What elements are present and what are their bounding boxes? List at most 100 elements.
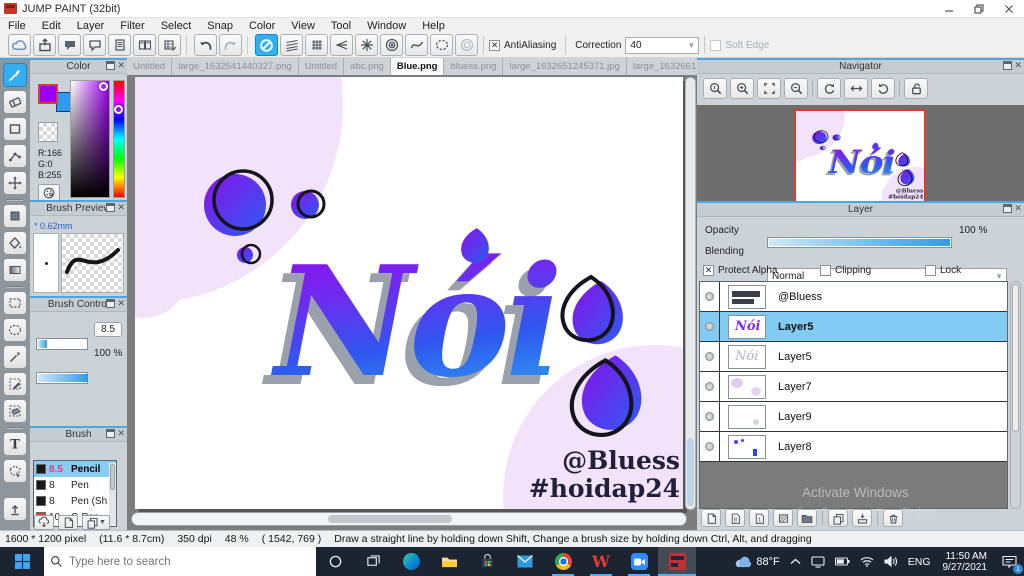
layer-row-layer5-selected[interactable]: Nói Layer5 [700,312,1007,342]
menu-color[interactable]: Color [241,20,283,32]
menu-select[interactable]: Select [153,20,200,32]
brush-size-slider[interactable] [36,338,88,350]
opacity-slider[interactable] [767,237,952,248]
lock-checkbox[interactable] [925,265,936,276]
bucket-tool-button[interactable] [3,231,27,255]
popout-icon[interactable] [106,61,116,70]
snap-concentric-button[interactable] [380,34,403,56]
new-halftone-layer-button[interactable] [773,509,793,527]
popout-icon[interactable] [1003,61,1013,70]
cloud-button[interactable] [8,34,31,56]
close-button[interactable] [994,0,1024,17]
brush-row-pen[interactable]: 8 Pen [34,477,116,493]
saturation-value-picker[interactable] [70,80,110,198]
mail-button[interactable] [506,547,544,576]
snap-radial-button[interactable] [355,34,378,56]
layer-list-scrollbar[interactable] [1010,281,1021,509]
menu-view[interactable]: View [283,20,323,32]
hscroll-thumb[interactable] [328,515,452,523]
download-brush-button[interactable] [34,515,54,530]
edge-button[interactable] [392,547,430,576]
comment-button[interactable] [58,34,81,56]
merge-layer-button[interactable] [852,509,872,527]
close-icon[interactable]: ✕ [117,429,125,438]
popout-icon[interactable] [1003,204,1013,213]
scroll-tools-button[interactable] [3,497,27,521]
zoom-actual-button[interactable] [703,78,727,99]
new-8bit-layer-button[interactable]: 8 [725,509,745,527]
hue-slider[interactable] [113,80,125,198]
canvas-hscrollbar[interactable] [131,512,687,526]
magic-wand-tool-button[interactable] [3,345,27,369]
close-icon[interactable]: ✕ [117,203,125,212]
document-button[interactable] [108,34,131,56]
panel-layout-button[interactable] [133,34,156,56]
zoom-in-button[interactable] [730,78,754,99]
tray-expand-button[interactable] [785,547,806,576]
tray-display-button[interactable] [806,547,830,576]
action-center-button[interactable]: 1 [994,547,1024,576]
chrome-button[interactable] [544,547,582,576]
snap-curve-button[interactable] [405,34,428,56]
tab-large-1632541440327[interactable]: large_1632541440327.png [172,58,299,75]
jump-paint-taskbar-button[interactable] [658,547,696,576]
taskbar-search[interactable] [44,547,316,576]
tray-battery-button[interactable] [830,547,855,576]
minimize-button[interactable] [934,0,964,17]
rotate-cw-button[interactable] [871,78,895,99]
popout-icon[interactable] [106,299,116,308]
close-icon[interactable]: ✕ [1014,61,1022,70]
tab-abc[interactable]: abc.png [344,58,391,75]
rectangle-tool-button[interactable] [3,117,27,141]
fit-screen-button[interactable] [757,78,781,99]
polyline-tool-button[interactable] [3,144,27,168]
canvas-vscrollbar[interactable] [685,77,696,510]
foreground-color-swatch[interactable] [38,84,58,104]
language-indicator[interactable]: ENG [903,547,936,576]
tab-untitled-1[interactable]: Untitled [127,58,173,75]
brush-tool-button[interactable] [3,63,27,87]
move-tool-button[interactable] [3,171,27,195]
tab-blue-active[interactable]: Blue.png [390,58,445,75]
protect-alpha-checkbox[interactable]: ✕ [703,265,714,276]
soft-edge-checkbox[interactable] [710,39,722,51]
snap-vanishing-button[interactable] [330,34,353,56]
lasso-tool-button[interactable] [3,318,27,342]
snap-off-button[interactable] [255,34,278,56]
text-tool-button[interactable]: T [3,432,27,456]
new-layer-button[interactable] [701,509,721,527]
vscroll-thumb[interactable] [687,438,694,506]
tray-volume-button[interactable] [879,547,903,576]
menu-snap[interactable]: Snap [199,20,241,32]
start-button[interactable] [0,547,44,576]
duplicate-layer-button[interactable] [828,509,848,527]
undo-button[interactable] [194,34,217,56]
taskbar-clock[interactable]: 11:50 AM 9/27/2021 [936,551,995,573]
tab-bluess[interactable]: bluess.png [444,58,504,75]
task-view-button[interactable] [354,547,392,576]
menu-filter[interactable]: Filter [112,20,152,32]
snap-concentric-disabled-button[interactable] [455,34,478,56]
snap-grid-button[interactable] [305,34,328,56]
layer-visibility-dot[interactable] [705,322,714,331]
snap-ellipse-button[interactable] [430,34,453,56]
wps-button[interactable]: W [582,547,620,576]
tab-untitled-2[interactable]: Untitled [298,58,345,75]
close-icon[interactable]: ✕ [117,61,125,70]
brush-row-pencil[interactable]: 8.5 Pencil [34,461,116,477]
menu-edit[interactable]: Edit [34,20,69,32]
menu-window[interactable]: Window [359,20,414,32]
fill-rect-tool-button[interactable] [3,204,27,228]
clipping-checkbox[interactable] [820,265,831,276]
lock-view-button[interactable] [904,78,928,99]
layer-scroll-thumb[interactable] [1012,284,1019,432]
gradient-tool-button[interactable] [3,258,27,282]
new-folder-button[interactable] [797,509,817,527]
layer-visibility-dot[interactable] [705,382,714,391]
antialiasing-checkbox[interactable]: ✕ [489,39,500,51]
select-eraser-tool-button[interactable] [3,399,27,423]
menu-file[interactable]: File [0,20,34,32]
menu-layer[interactable]: Layer [69,20,113,32]
layer-visibility-dot[interactable] [705,352,714,361]
redo-button[interactable] [219,34,242,56]
